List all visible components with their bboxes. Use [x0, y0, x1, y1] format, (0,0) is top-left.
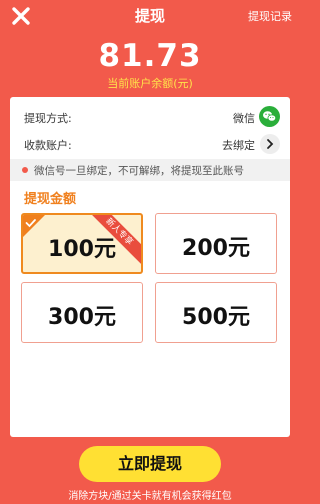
amount-option-label: 500元	[182, 305, 250, 330]
reward-hint: 消除方块/通过关卡就有机会获得红包	[68, 491, 232, 502]
amount-option-300[interactable]: 300元	[21, 282, 143, 343]
withdraw-method-value: 微信	[233, 112, 255, 125]
amount-option-label: 200元	[182, 236, 250, 261]
balance-amount: 81.73	[98, 38, 202, 74]
amount-option-100[interactable]: 新人专享 100元	[21, 213, 143, 274]
withdraw-now-button[interactable]: 立即提现	[79, 446, 221, 482]
balance-label: 当前账户余额(元)	[107, 77, 193, 90]
check-icon	[25, 215, 39, 228]
top-bar: 提现 提现记录	[0, 0, 300, 30]
amount-option-label: 300元	[48, 305, 116, 330]
withdraw-history-link[interactable]: 提现记录	[248, 8, 292, 24]
account-label: 收款账户:	[24, 139, 72, 152]
bind-notice: 微信号一旦绑定，不可解绑，将提现至此账号	[10, 159, 290, 181]
bind-account-row[interactable]: 收款账户: 去绑定	[10, 130, 290, 158]
withdraw-method-label: 提现方式:	[24, 112, 72, 125]
withdraw-method-row: 提现方式: 微信	[10, 103, 290, 131]
chevron-right-icon	[260, 134, 280, 154]
notice-dot-icon	[22, 167, 28, 173]
withdraw-card: 提现方式: 微信 收款账户: 去绑定 微信号一旦绑定，不可解绑，将提现至此账号 …	[10, 97, 290, 437]
amount-option-label: 100元	[48, 237, 116, 262]
amount-option-500[interactable]: 500元	[155, 282, 277, 343]
amount-section-title: 提现金额	[24, 192, 77, 207]
bind-account-value: 去绑定	[222, 139, 255, 152]
notice-text: 微信号一旦绑定，不可解绑，将提现至此账号	[34, 165, 244, 177]
wechat-icon	[259, 106, 280, 127]
amount-option-200[interactable]: 200元	[155, 213, 277, 274]
